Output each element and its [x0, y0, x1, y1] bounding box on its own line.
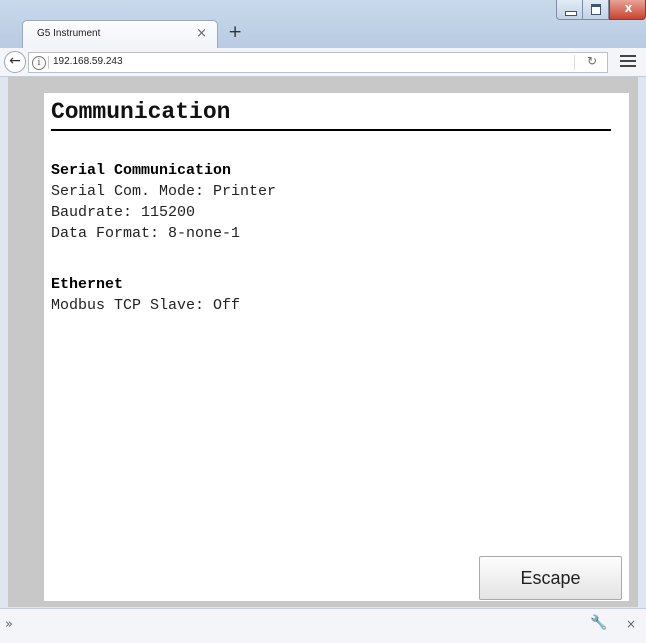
ethernet-section: Ethernet Modbus TCP Slave: Off: [51, 274, 240, 316]
browser-window: G5 Instrument × + x ← i 192.168.59.243 ↻…: [0, 0, 646, 643]
modbus-tcp-slave-text: Modbus TCP Slave: Off: [51, 297, 241, 314]
maximize-button[interactable]: [583, 0, 609, 20]
section-title-serial: Serial Communication: [51, 162, 232, 179]
data-format-text: Data Format: 8-none-1: [51, 225, 241, 242]
navigation-bar: ← i 192.168.59.243 ↻: [0, 48, 646, 77]
wrench-icon[interactable]: 🔧: [590, 615, 607, 631]
reload-separator: [574, 55, 575, 70]
title-divider: [51, 129, 611, 131]
url-separator: [48, 56, 49, 69]
serial-communication-section: Serial Communication Serial Com. Mode: P…: [51, 160, 276, 244]
page-title: Communication: [51, 99, 231, 125]
page-panel: Communication Serial Communication Seria…: [44, 93, 629, 601]
content-viewport: Communication Serial Communication Seria…: [8, 77, 638, 607]
bottom-bar: » 🔧 ×: [0, 608, 646, 643]
url-text[interactable]: 192.168.59.243: [53, 56, 123, 67]
window-close-button[interactable]: x: [609, 0, 646, 20]
close-icon[interactable]: ×: [626, 617, 636, 631]
info-icon[interactable]: i: [32, 56, 46, 70]
hamburger-menu-icon[interactable]: [620, 52, 636, 68]
serial-com-mode-text: Serial Com. Mode: Printer: [51, 183, 277, 200]
tab-close-icon[interactable]: ×: [196, 26, 207, 41]
minimize-button[interactable]: [556, 0, 583, 20]
baudrate-text: Baudrate: 115200: [51, 204, 196, 221]
back-button[interactable]: ←: [4, 51, 26, 73]
tab-g5-instrument[interactable]: G5 Instrument ×: [22, 20, 218, 48]
arrow-left-icon: ←: [9, 53, 21, 69]
tab-title: G5 Instrument: [37, 28, 101, 39]
chevron-right-icon[interactable]: »: [5, 617, 13, 632]
window-close-icon: x: [624, 1, 633, 15]
reload-icon[interactable]: ↻: [587, 54, 597, 68]
title-bar: G5 Instrument × + x: [0, 0, 646, 48]
new-tab-button[interactable]: +: [228, 22, 242, 42]
section-title-ethernet: Ethernet: [51, 276, 124, 293]
escape-button[interactable]: Escape: [479, 556, 622, 600]
address-bar[interactable]: i 192.168.59.243 ↻: [28, 52, 608, 73]
